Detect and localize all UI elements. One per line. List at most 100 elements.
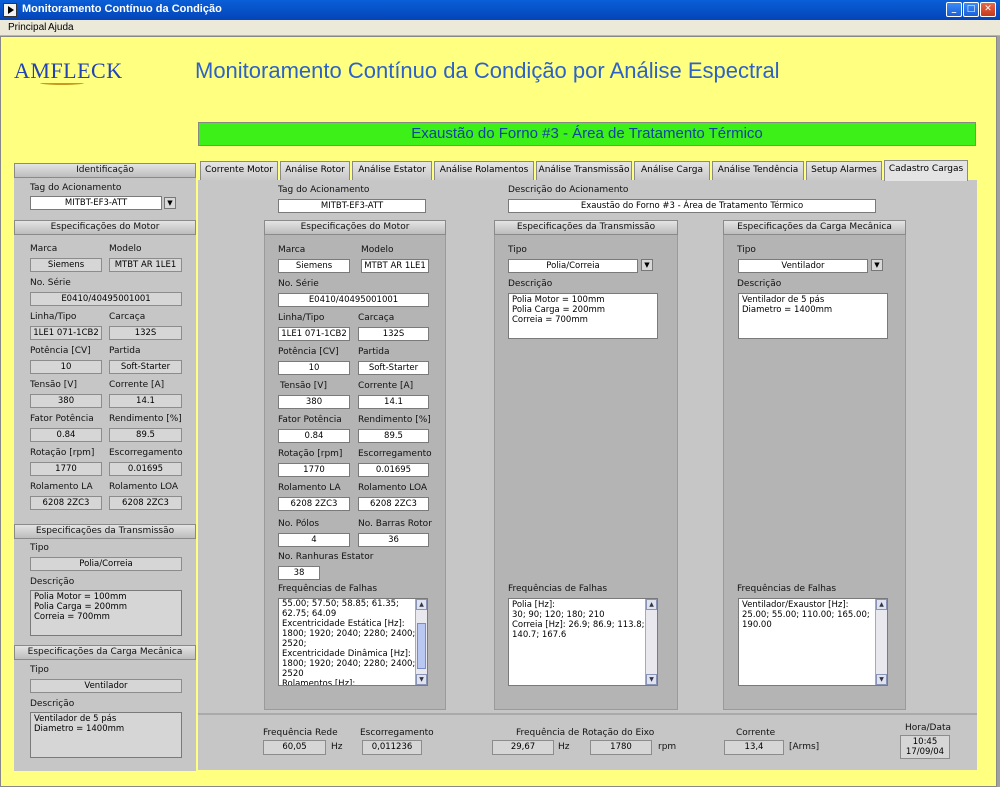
close-button[interactable]: ✕ — [980, 2, 996, 17]
carga-tipo-label: Tipo — [30, 665, 49, 675]
app-icon — [3, 3, 17, 17]
tab-analise-rolamentos[interactable]: Análise Rolamentos — [434, 161, 534, 180]
freq-rede-value: 60,05 — [263, 740, 326, 755]
cad-transmissao-freq-text[interactable]: Polia [Hz]: 30; 90; 120; 180; 210 Correi… — [508, 598, 658, 686]
cad-transmissao-freq-label: Frequências de Falhas — [508, 584, 608, 594]
cad-modelo-input[interactable]: MTBT AR 1LE1 — [361, 259, 429, 273]
cad-serie-label: No. Série — [278, 279, 319, 289]
tab-cadastro-cargas[interactable]: Cadastro Cargas — [884, 160, 968, 181]
scroll-down-icon[interactable]: ▼ — [416, 674, 427, 685]
rotacao-label: Rotação [rpm] — [30, 448, 95, 458]
dropdown-icon[interactable]: ▼ — [871, 259, 883, 271]
tab-analise-estator[interactable]: Análise Estator — [352, 161, 432, 180]
corrente-bottom-value: 13,4 — [724, 740, 784, 755]
tensao-value: 380 — [30, 394, 102, 408]
corrente-label: Corrente [A] — [109, 380, 165, 390]
cad-motor-freq-scrollbar[interactable]: ▲ ▼ — [415, 599, 427, 685]
hora-data-label: Hora/Data — [905, 723, 952, 733]
cad-partida-input[interactable]: Soft-Starter — [358, 361, 429, 375]
cad-tag-input[interactable]: MITBT-EF3-ATT — [278, 199, 426, 213]
rolamento-loa-value: 6208 2ZC3 — [109, 496, 182, 510]
cad-motor-freq-text[interactable]: 55.00; 57.50; 58.85; 61.35; 62.75; 64.09… — [278, 598, 428, 686]
cad-rolamento-loa-input[interactable]: 6208 2ZC3 — [358, 497, 429, 511]
transmissao-header: Especificações da Transmissão — [14, 524, 196, 539]
partida-label: Partida — [109, 346, 141, 356]
escorr-bottom-label: Escorregamento — [360, 728, 434, 738]
escorregamento-label: Escorregamento — [109, 448, 183, 458]
menu-bar: Principal Ajuda — [0, 20, 1000, 36]
cad-rolamento-la-label: Rolamento LA — [278, 483, 341, 493]
cad-rotacao-input[interactable]: 1770 — [278, 463, 350, 477]
cad-escorregamento-input[interactable]: 0.01695 — [358, 463, 429, 477]
cad-polos-input[interactable]: 4 — [278, 533, 350, 547]
cad-barras-input[interactable]: 36 — [358, 533, 429, 547]
rot-eixo-hz-value: 29,67 — [492, 740, 554, 755]
cad-transmissao-desc-text[interactable]: Polia Motor = 100mm Polia Carga = 200mm … — [508, 293, 658, 339]
tab-corrente-motor[interactable]: Corrente Motor — [200, 161, 278, 180]
tag-select[interactable]: MITBT-EF3-ATT — [30, 196, 162, 210]
cad-transmissao-desc-label: Descrição — [508, 279, 553, 289]
cad-tensao-input[interactable]: 380 — [278, 395, 350, 409]
drive-banner: Exaustão do Forno #3 - Área de Tratament… — [198, 122, 976, 146]
hora-value: 10:45 — [912, 737, 938, 747]
tab-setup-alarmes[interactable]: Setup Alarmes — [806, 161, 882, 180]
tab-analise-carga[interactable]: Análise Carga — [634, 161, 710, 180]
cad-barras-label: No. Barras Rotor — [358, 519, 432, 529]
scroll-thumb[interactable] — [417, 623, 426, 669]
cad-transmissao-tipo-label: Tipo — [508, 245, 527, 255]
menu-principal[interactable]: Principal — [8, 22, 46, 33]
cad-linha-input[interactable]: 1LE1 071-1CB2 — [278, 327, 350, 341]
scroll-up-icon[interactable]: ▲ — [876, 599, 887, 610]
cad-carga-header: Especificações da Carga Mecânica — [723, 220, 906, 235]
cad-polos-label: No. Pólos — [278, 519, 320, 529]
cad-carcaca-input[interactable]: 132S — [358, 327, 429, 341]
cad-carga-freq-scrollbar[interactable]: ▲ ▼ — [875, 599, 887, 685]
cad-rolamento-la-input[interactable]: 6208 2ZC3 — [278, 497, 350, 511]
data-value: 17/09/04 — [905, 747, 945, 757]
transmissao-tipo-value: Polia/Correia — [30, 557, 182, 571]
cad-motor-freq-label: Frequências de Falhas — [278, 584, 378, 594]
cad-tag-label: Tag do Acionamento — [278, 185, 370, 195]
carga-desc-label: Descrição — [30, 699, 75, 709]
cad-transmissao-tipo-select[interactable]: Polia/Correia — [508, 259, 638, 273]
corrente-bottom-unit: [Arms] — [789, 742, 820, 752]
rotacao-value: 1770 — [30, 462, 102, 476]
cad-marca-input[interactable]: Siemens — [278, 259, 350, 273]
cad-rendimento-input[interactable]: 89.5 — [358, 429, 429, 443]
dropdown-icon[interactable]: ▼ — [164, 197, 176, 209]
tab-analise-rotor[interactable]: Análise Rotor — [280, 161, 350, 180]
dropdown-icon[interactable]: ▼ — [641, 259, 653, 271]
freq-rede-label: Frequência Rede — [263, 728, 338, 738]
hora-data-value: 10:45 17/09/04 — [900, 735, 950, 759]
freq-rede-unit: Hz — [331, 742, 343, 752]
tag-label: Tag do Acionamento — [30, 183, 122, 193]
maximize-button[interactable]: □ — [963, 2, 979, 17]
scroll-up-icon[interactable]: ▲ — [416, 599, 427, 610]
tab-analise-transmissao[interactable]: Análise Transmissão — [536, 161, 632, 180]
modelo-label: Modelo — [109, 244, 142, 254]
cad-potencia-input[interactable]: 10 — [278, 361, 350, 375]
menu-ajuda[interactable]: Ajuda — [48, 22, 74, 33]
cad-partida-label: Partida — [358, 347, 390, 357]
fator-label: Fator Potência — [30, 414, 94, 424]
scroll-down-icon[interactable]: ▼ — [646, 674, 657, 685]
cad-corrente-input[interactable]: 14.1 — [358, 395, 429, 409]
minimize-button[interactable]: _ — [946, 2, 962, 17]
cad-carga-tipo-select[interactable]: Ventilador — [738, 259, 868, 273]
potencia-label: Potência [CV] — [30, 346, 91, 356]
cad-desc-input[interactable]: Exaustão do Forno #3 - Área de Tratament… — [508, 199, 876, 213]
rot-eixo-hz-unit: Hz — [558, 742, 570, 752]
scroll-up-icon[interactable]: ▲ — [646, 599, 657, 610]
cad-transmissao-freq-scrollbar[interactable]: ▲ ▼ — [645, 599, 657, 685]
title-bar: Monitoramento Contínuo da Condição _ □ ✕ — [0, 0, 1000, 20]
cad-modelo-label: Modelo — [361, 245, 394, 255]
cad-linha-label: Linha/Tipo — [278, 313, 325, 323]
tab-analise-tendencia[interactable]: Análise Tendência — [712, 161, 804, 180]
serie-value: E0410/40495001001 — [30, 292, 182, 306]
cad-serie-input[interactable]: E0410/40495001001 — [278, 293, 429, 307]
cad-carga-desc-text[interactable]: Ventilador de 5 pás Diametro = 1400mm — [738, 293, 888, 339]
cad-fator-input[interactable]: 0.84 — [278, 429, 350, 443]
cad-carga-freq-text[interactable]: Ventilador/Exaustor [Hz]: 25.00; 55.00; … — [738, 598, 888, 686]
cad-ranhuras-input[interactable]: 38 — [278, 566, 320, 580]
scroll-down-icon[interactable]: ▼ — [876, 674, 887, 685]
